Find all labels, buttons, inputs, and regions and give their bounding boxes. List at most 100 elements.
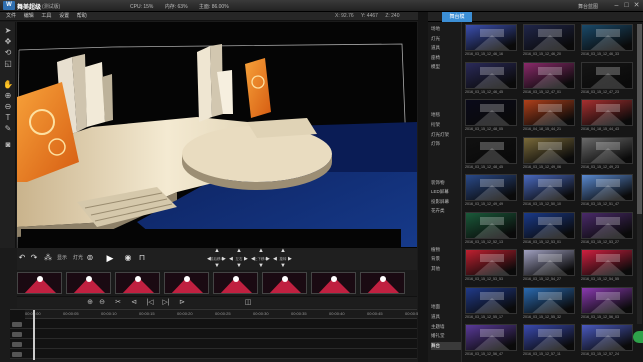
asset-tile[interactable]: 2016_03_15_12_53_01 — [523, 211, 575, 248]
category-item[interactable]: 道具 — [431, 44, 461, 52]
menu-help[interactable]: 帮助 — [77, 12, 87, 21]
category-item[interactable]: 婚礼堂 — [431, 332, 461, 340]
category-item[interactable]: 花卉类 — [431, 207, 461, 215]
redo-icon[interactable]: ↷ — [29, 253, 39, 263]
asset-tile[interactable]: 2016_03_15_12_49_49 — [465, 174, 517, 210]
asset-tile[interactable]: 2016_03_15_12_47_23 — [581, 61, 633, 98]
minimize-button[interactable]: – — [612, 1, 621, 10]
asset-tile[interactable]: 2016_03_15_12_56_47 — [465, 324, 517, 360]
panel-splitter[interactable] — [418, 12, 428, 362]
arrow-right-icon[interactable]: ▶ — [222, 256, 227, 262]
asset-tile[interactable]: 2016_04_18_15_44_43 — [581, 99, 633, 135]
record-icon[interactable]: ⊚ — [85, 253, 95, 263]
asset-scrollbar[interactable] — [637, 24, 642, 324]
keyframe-thumb[interactable] — [115, 272, 160, 294]
text-tool-icon[interactable]: T — [3, 113, 13, 122]
arrow-right-icon[interactable]: ▶ — [288, 256, 293, 262]
timeline-track[interactable] — [10, 330, 417, 339]
asset-tile[interactable]: 2016_03_15_12_51_47 — [581, 174, 633, 210]
keyframe-thumb[interactable] — [311, 272, 356, 294]
cut-icon[interactable]: ✂ — [113, 298, 123, 308]
category-item[interactable]: 地毯 — [431, 111, 461, 119]
move-tool-icon[interactable]: ✥ — [3, 37, 13, 46]
timeline-track[interactable] — [10, 340, 417, 349]
asset-tile[interactable]: 2016_03_15_12_54_27 — [523, 249, 575, 285]
close-button[interactable]: ✕ — [632, 1, 641, 10]
asset-tile[interactable]: 2016_03_15_12_52_13 — [465, 211, 517, 248]
menu-settings[interactable]: 设置 — [59, 12, 69, 21]
playhead[interactable] — [33, 310, 35, 360]
arrow-down-icon[interactable]: ▼ — [256, 263, 266, 270]
3d-viewport[interactable] — [17, 22, 417, 248]
hand-tool-icon[interactable]: ✋ — [3, 80, 13, 89]
arrow-down-icon[interactable]: ▼ — [234, 263, 244, 270]
arrow-up-icon[interactable]: ▲ — [212, 248, 222, 255]
timeline[interactable]: 00:00:0000:00:0500:00:1000:00:1500:00:20… — [10, 309, 421, 360]
light-toggle[interactable]: 灯光 — [71, 253, 85, 263]
category-item[interactable]: 模型 — [431, 63, 461, 71]
move-horizontal-control[interactable]: ▲ ◀ 左右 ▶ ▼ — [229, 248, 249, 270]
asset-tile[interactable]: 2016_03_15_12_53_27 — [581, 211, 633, 248]
keyframe-thumb[interactable] — [360, 272, 405, 294]
asset-tile[interactable]: 2016_03_15_12_57_11 — [523, 324, 575, 360]
category-item[interactable]: 主题墙 — [431, 323, 461, 331]
camera-icon[interactable]: ◙ — [3, 140, 13, 149]
first-frame-icon[interactable]: |◁ — [145, 298, 155, 308]
play-button[interactable]: ▶ — [105, 253, 115, 263]
undo-icon[interactable]: ↶ — [17, 253, 27, 263]
category-item[interactable]: 背景 — [431, 255, 461, 263]
keyframe-thumb[interactable] — [66, 272, 111, 294]
select-tool-icon[interactable]: ➤ — [3, 26, 13, 35]
category-item[interactable]: 其他 — [431, 265, 461, 273]
asset-tile[interactable]: 2016_03_15_12_49_06 — [523, 136, 575, 173]
category-item[interactable]: 灯饰 — [431, 140, 461, 148]
category-item[interactable]: 舞台 — [431, 341, 461, 350]
scale-tool-icon[interactable]: ◱ — [3, 59, 13, 68]
rotate-control[interactable]: ▲ ◀ 旋转 ▶ ▼ — [273, 248, 293, 270]
asset-tile[interactable]: 2016_03_15_12_55_17 — [465, 286, 517, 323]
prev-icon[interactable]: ⊲ — [129, 298, 139, 308]
lock-icon[interactable]: ⊓ — [137, 253, 147, 263]
maximize-button[interactable]: □ — [622, 1, 631, 10]
arrow-up-icon[interactable]: ▲ — [234, 248, 244, 255]
asset-tile[interactable]: 2016_03_15_12_57_24 — [581, 324, 633, 360]
timeline-ruler[interactable]: 00:00:0000:00:0500:00:1000:00:1500:00:20… — [25, 310, 421, 319]
category-item[interactable]: 场地 — [431, 25, 461, 33]
scrollbar-thumb[interactable] — [637, 24, 642, 214]
display-toggle[interactable]: 显示 — [55, 253, 69, 263]
menu-file[interactable]: 文件 — [6, 12, 16, 21]
edit-tool-icon[interactable]: ✎ — [3, 124, 13, 133]
arrow-up-icon[interactable]: ▲ — [278, 248, 288, 255]
keyframe-thumb[interactable] — [17, 272, 62, 294]
stop-icon[interactable]: ◉ — [123, 253, 133, 263]
keyframe-thumb[interactable] — [213, 272, 258, 294]
asset-tile[interactable]: 2016_04_18_15_44_21 — [523, 99, 575, 135]
next-icon[interactable]: ⊳ — [177, 298, 187, 308]
user-label[interactable]: 舞台蓝图 — [578, 3, 598, 10]
timeline-track[interactable] — [10, 320, 417, 329]
keyframe-thumb[interactable] — [164, 272, 209, 294]
category-item[interactable]: 地面 — [431, 303, 461, 311]
asset-tile[interactable]: 2016_03_15_12_56_03 — [581, 286, 633, 323]
asset-tile[interactable]: 2016_03_15_12_54_55 — [581, 249, 633, 285]
arrow-down-icon[interactable]: ▼ — [212, 263, 222, 270]
asset-tile[interactable]: 2016_03_15_12_46_16 — [465, 24, 517, 60]
asset-tile[interactable]: 2016_03_15_12_46_20 — [523, 24, 575, 60]
zoom-in-icon[interactable]: ⊕ — [3, 91, 13, 100]
arrow-right-icon[interactable]: ▶ — [266, 256, 271, 262]
category-item[interactable]: 灯光灯架 — [431, 131, 461, 139]
arrow-down-icon[interactable]: ▼ — [278, 263, 288, 270]
asset-tile[interactable]: 2016_03_15_12_48_05 — [465, 99, 517, 135]
move-depth-control[interactable]: ▲ ◀ 前后移动 ▶ ▼ — [207, 248, 227, 270]
keyframe-thumb[interactable] — [262, 272, 307, 294]
move-vertical-control[interactable]: ▲ ◀ 上下移动 ▶ ▼ — [251, 248, 271, 270]
menu-edit[interactable]: 编辑 — [24, 12, 34, 21]
arrow-up-icon[interactable]: ▲ — [256, 248, 266, 255]
asset-tile[interactable]: 2016_03_15_12_46_33 — [581, 24, 633, 60]
timeline-zoom-out-icon[interactable]: ⊖ — [97, 298, 107, 308]
layout-icon[interactable]: ◫ — [243, 298, 253, 308]
grid-icon[interactable]: ⁂ — [43, 253, 53, 263]
zoom-out-icon[interactable]: ⊖ — [3, 102, 13, 111]
category-item[interactable]: 灯光 — [431, 35, 461, 43]
arrow-right-icon[interactable]: ▶ — [244, 256, 249, 262]
